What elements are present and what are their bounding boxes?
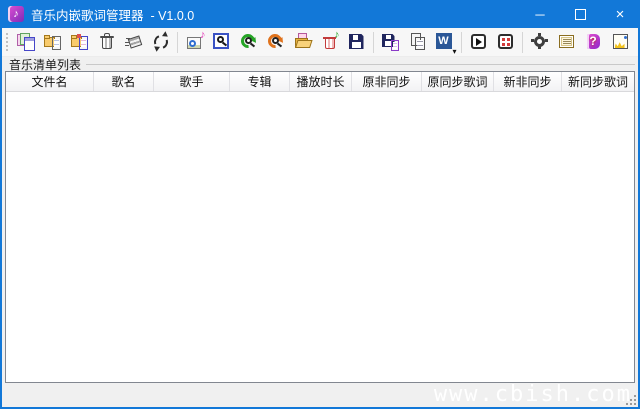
delete-lyrics-icon: ♪ [321,29,340,51]
search-resync-button[interactable] [262,29,289,55]
titlebar[interactable]: ♪ 音乐内嵌歌词管理器 - V1.0.0 ─ × [2,0,638,28]
eraser-icon [124,33,143,51]
batch-button[interactable] [492,29,519,55]
window-controls: ─ × [520,0,638,28]
settings-button[interactable] [526,29,553,55]
save-icon [348,33,366,51]
add-files-button[interactable] [12,29,39,55]
close-button[interactable]: × [600,0,638,28]
minimize-button[interactable]: ─ [520,0,560,28]
help-icon: ? [585,33,603,51]
paste-folder-button[interactable] [39,29,66,55]
window-title: 音乐内嵌歌词管理器 - V1.0.0 [31,8,195,23]
music-settings-button[interactable]: ♪ [181,29,208,55]
column-header-new-unsynced[interactable]: 新非同步 [494,72,562,91]
column-header-orig-unsynced[interactable]: 原非同步 [352,72,422,91]
play-button[interactable] [465,29,492,55]
about-icon [612,33,630,51]
minimize-icon: ─ [535,6,545,22]
save-button[interactable] [343,29,370,55]
column-header-new-synced[interactable]: 新同步歌词 [562,72,634,91]
music-list-table: 文件名 歌名 歌手 专辑 播放时长 原非同步 原同步歌词 新非同步 新同步歌词 [5,71,635,383]
maximize-icon [574,8,586,20]
play-icon [470,33,488,51]
delete-button[interactable] [93,29,120,55]
table-body-empty[interactable] [6,92,634,382]
copy-icon [409,33,427,51]
copy-list-button[interactable] [404,29,431,55]
column-header-filename[interactable]: 文件名 [6,72,94,91]
add-files-icon [16,33,35,51]
toolbar-separator [177,31,178,53]
save-list-icon [382,33,400,51]
open-folder-icon [294,33,312,51]
column-header-duration[interactable]: 播放时长 [290,72,352,91]
toolbar-separator [461,31,462,53]
search-sync-orange-icon [267,33,285,51]
toolbar: ♪ ♪ W ▾ ? [2,28,638,57]
watermark: www.cbish.com [433,382,632,407]
word-export-button[interactable]: W ▾ [431,29,458,56]
open-folder-button[interactable] [289,29,316,55]
delete-lyrics-button[interactable]: ♪ [316,29,343,55]
toolbar-gripper[interactable] [5,32,9,52]
column-header-songname[interactable]: 歌名 [94,72,154,91]
group-label: 音乐清单列表 [9,57,82,72]
import-folder-icon [70,33,89,51]
toolbar-separator [522,31,523,53]
refresh-button[interactable] [147,29,174,55]
table-header-row: 文件名 歌名 歌手 专辑 播放时长 原非同步 原同步歌词 新非同步 新同步歌词 [6,72,634,92]
column-header-album[interactable]: 专辑 [230,72,290,91]
search-icon [212,33,231,51]
clear-list-button[interactable] [120,29,147,55]
refresh-icon [149,33,170,52]
license-button[interactable] [553,29,580,55]
help-button[interactable]: ? [580,29,607,55]
license-icon [558,33,576,51]
save-list-button[interactable] [377,29,404,55]
music-settings-icon: ♪ [186,29,206,51]
maximize-button[interactable] [560,0,600,28]
trash-icon [98,33,116,51]
search-sync-button[interactable] [235,29,262,55]
column-header-orig-synced[interactable]: 原同步歌词 [422,72,494,91]
groupbox-border-line [86,63,635,65]
app-window: ♪ 音乐内嵌歌词管理器 - V1.0.0 ─ × ♪ ♪ W ▾ ? 音乐清单列… [0,0,640,409]
word-icon: W ▾ [435,33,457,56]
import-folder-button[interactable] [66,29,93,55]
close-icon: × [615,5,625,23]
paste-folder-icon [43,33,62,51]
column-header-artist[interactable]: 歌手 [154,72,230,91]
search-sync-green-icon [240,33,258,51]
app-icon: ♪ [8,6,24,22]
batch-dots-icon [497,33,515,51]
gear-icon [531,33,549,51]
main-content: 音乐清单列表 文件名 歌名 歌手 专辑 播放时长 原非同步 原同步歌词 新非同步… [2,58,638,383]
about-button[interactable] [607,29,634,55]
toolbar-separator [373,31,374,53]
groupbox-header: 音乐清单列表 [2,57,638,72]
search-button[interactable] [208,29,235,55]
